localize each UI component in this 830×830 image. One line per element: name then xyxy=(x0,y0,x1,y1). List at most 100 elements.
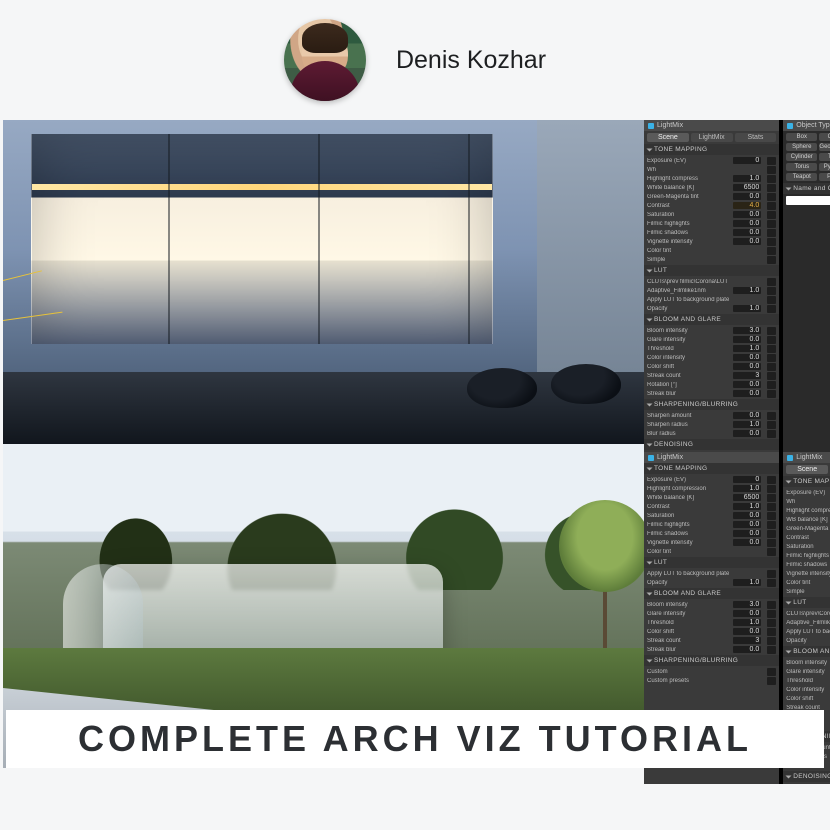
section-header[interactable]: TONE MAPPING xyxy=(783,476,830,487)
param-row[interactable]: Streak blur 0.0 xyxy=(647,645,776,654)
param-toggle[interactable] xyxy=(767,570,776,578)
param-value[interactable]: 1.0 xyxy=(733,287,761,294)
param-toggle[interactable] xyxy=(767,175,776,183)
param-row[interactable]: Green-Magenta tint 0.0 xyxy=(647,192,776,201)
section-header[interactable]: Name and Color xyxy=(783,183,830,194)
object-type-chip[interactable]: Box xyxy=(786,133,817,141)
param-toggle[interactable] xyxy=(767,412,776,420)
param-toggle[interactable] xyxy=(767,390,776,398)
param-toggle[interactable] xyxy=(767,476,776,484)
section-header[interactable]: SHARPENING/BLURRING xyxy=(644,399,779,410)
param-value[interactable]: 0 xyxy=(733,476,761,483)
param-toggle[interactable] xyxy=(767,229,776,237)
param-value[interactable]: 0.0 xyxy=(733,381,761,388)
panel-tab[interactable]: LightMix xyxy=(691,133,733,142)
param-toggle[interactable] xyxy=(767,345,776,353)
param-value[interactable]: 0.0 xyxy=(733,220,761,227)
param-row[interactable]: Exposure (EV) 0 xyxy=(786,488,830,497)
param-row[interactable]: Glare intensity 0.0 xyxy=(647,609,776,618)
param-toggle[interactable] xyxy=(767,601,776,609)
param-value[interactable]: 0.0 xyxy=(733,430,761,437)
param-row[interactable]: Exposure (EV) 0 xyxy=(647,156,776,165)
param-row[interactable]: Apply LUT to background plate xyxy=(647,569,776,578)
param-toggle[interactable] xyxy=(767,287,776,295)
object-type-chip[interactable]: Cone xyxy=(819,133,830,141)
param-value[interactable]: 0.0 xyxy=(733,390,761,397)
param-row[interactable]: Color tint xyxy=(647,246,776,255)
param-row[interactable]: Glare intensity 0.0 xyxy=(786,667,830,676)
param-value[interactable]: 0.0 xyxy=(733,412,761,419)
author-avatar[interactable] xyxy=(284,19,366,101)
param-toggle[interactable] xyxy=(767,668,776,676)
panel-header[interactable]: LightMix xyxy=(644,452,779,463)
param-row[interactable]: Vignette intensity 0.0 xyxy=(647,538,776,547)
param-row[interactable]: Vignette intensity 0.0 xyxy=(647,237,776,246)
param-row[interactable]: Filmic shadows 0.0 xyxy=(647,228,776,237)
param-value[interactable]: 1.0 xyxy=(733,421,761,428)
object-type-chip[interactable]: Teapot xyxy=(786,173,817,181)
object-type-chip[interactable]: GeoSphere xyxy=(819,143,830,151)
object-type-chip[interactable]: Sphere xyxy=(786,143,817,151)
param-row[interactable]: Adaptive_Filmlike1nm 1.0 xyxy=(647,286,776,295)
param-value[interactable]: 6500 xyxy=(733,184,761,191)
param-value[interactable]: 1.0 xyxy=(733,619,761,626)
param-toggle[interactable] xyxy=(767,247,776,255)
param-value[interactable]: 4.0 xyxy=(733,202,761,209)
object-type-chip[interactable]: Torus xyxy=(786,163,817,171)
param-row[interactable]: Opacity 1.0 xyxy=(647,304,776,313)
param-value[interactable]: 0.0 xyxy=(733,646,761,653)
param-toggle[interactable] xyxy=(767,485,776,493)
param-row[interactable]: Apply LUT to background plate xyxy=(647,295,776,304)
param-row[interactable]: Saturation 0.0 xyxy=(647,511,776,520)
param-row[interactable]: Threshold 1.0 xyxy=(647,344,776,353)
param-toggle[interactable] xyxy=(767,166,776,174)
param-value[interactable]: 0.0 xyxy=(733,512,761,519)
param-toggle[interactable] xyxy=(767,610,776,618)
panel-tab[interactable]: Scene xyxy=(647,133,689,142)
param-row[interactable]: Custom presets xyxy=(647,676,776,685)
param-row[interactable]: CLUTs\prev filmic\Corona\LUT xyxy=(647,277,776,286)
section-header[interactable]: DENOISING xyxy=(644,439,779,450)
param-row[interactable]: Apply LUT to background plate xyxy=(786,627,830,636)
panel-header[interactable]: LightMix xyxy=(644,120,779,131)
param-row[interactable]: Rotation [°] 0.0 xyxy=(647,380,776,389)
param-row[interactable]: Green-Magenta tint 0.0 xyxy=(786,524,830,533)
param-toggle[interactable] xyxy=(767,305,776,313)
param-toggle[interactable] xyxy=(767,238,776,246)
param-toggle[interactable] xyxy=(767,539,776,547)
param-row[interactable]: Threshold 1.0 xyxy=(786,676,830,685)
param-value[interactable]: 0.0 xyxy=(733,238,761,245)
param-row[interactable]: CLUTs\prev\Corona\LUT xyxy=(786,609,830,618)
thumbnail[interactable]: LightMixSceneLightMixStatsTONE MAPPING E… xyxy=(3,120,827,768)
param-row[interactable]: Filmic shadows 0.0 xyxy=(786,560,830,569)
param-row[interactable]: Streak count 3 xyxy=(647,371,776,380)
param-row[interactable]: Custom xyxy=(647,667,776,676)
param-value[interactable]: 3.0 xyxy=(733,601,761,608)
section-header[interactable]: LUT xyxy=(644,557,779,568)
param-row[interactable]: Contrast 1.0 xyxy=(647,502,776,511)
param-value[interactable]: 0.0 xyxy=(733,354,761,361)
section-header[interactable]: BLOOM AND GLARE xyxy=(644,588,779,599)
param-value[interactable]: 6500 xyxy=(733,494,761,501)
param-row[interactable]: Streak count 3 xyxy=(647,636,776,645)
param-toggle[interactable] xyxy=(767,430,776,438)
param-value[interactable]: 0.0 xyxy=(733,336,761,343)
param-row[interactable]: Vignette intensity 0.0 xyxy=(786,569,830,578)
section-header[interactable]: DENOISING xyxy=(783,771,830,782)
param-row[interactable]: Filmic highlights 0.0 xyxy=(786,551,830,560)
param-row[interactable]: Color tint xyxy=(786,578,830,587)
param-toggle[interactable] xyxy=(767,363,776,371)
param-row[interactable]: White balance [K] 6500 xyxy=(647,183,776,192)
param-toggle[interactable] xyxy=(767,372,776,380)
section-header[interactable]: LUT xyxy=(783,597,830,608)
param-row[interactable]: Filmic shadows 0.0 xyxy=(647,529,776,538)
param-row[interactable]: Glare intensity 0.0 xyxy=(647,335,776,344)
param-row[interactable]: Color intensity 0.0 xyxy=(786,685,830,694)
param-value[interactable]: 0.0 xyxy=(733,363,761,370)
panel-lightmix-top[interactable]: LightMixSceneLightMixStatsTONE MAPPING E… xyxy=(644,120,779,452)
param-value[interactable]: 1.0 xyxy=(733,175,761,182)
section-header[interactable]: SHARPENING/BLURRING xyxy=(644,655,779,666)
param-toggle[interactable] xyxy=(767,381,776,389)
param-value[interactable]: 3 xyxy=(733,637,761,644)
param-toggle[interactable] xyxy=(767,628,776,636)
